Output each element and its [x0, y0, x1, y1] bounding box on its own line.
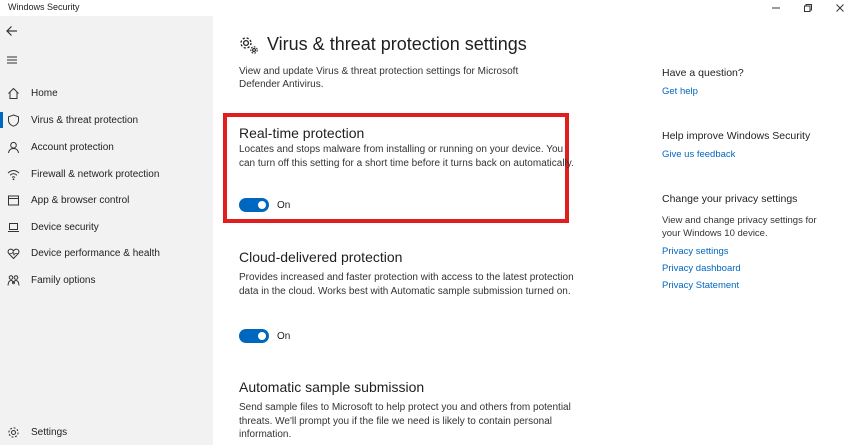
section-cloud-delivered-protection: Cloud-delivered protection Provides incr…	[239, 249, 574, 298]
close-button[interactable]	[825, 0, 850, 16]
get-help-link[interactable]: Get help	[662, 86, 698, 97]
main-content: Virus & threat protection settings View …	[213, 16, 633, 445]
sidebar-item-firewall-network-protection[interactable]: Firewall & network protection	[0, 163, 213, 185]
privacy-heading: Change your privacy settings	[662, 193, 798, 205]
sidebar-item-device-performance-health[interactable]: Device performance & health	[0, 242, 213, 264]
laptop-icon	[6, 220, 20, 234]
sidebar-item-settings[interactable]: Settings	[0, 421, 213, 443]
minimize-icon	[772, 7, 780, 9]
sidebar-item-label: Account protection	[31, 141, 114, 153]
app-title: Windows Security	[8, 2, 80, 12]
sidebar-item-label: Virus & threat protection	[31, 114, 139, 126]
privacy-description: View and change privacy settings for you…	[662, 215, 817, 239]
sidebar-item-label: Device security	[31, 221, 99, 233]
section-automatic-sample-submission: Automatic sample submission Send sample …	[239, 379, 574, 442]
question-heading: Have a question?	[662, 67, 744, 79]
minimize-button[interactable]	[761, 0, 791, 16]
improve-heading: Help improve Windows Security	[662, 130, 811, 142]
gears-icon	[239, 35, 259, 55]
cloud-protection-toggle-row: On	[239, 329, 290, 343]
real-time-protection-toggle[interactable]	[239, 198, 269, 212]
sidebar-item-family-options[interactable]: Family options	[0, 269, 213, 291]
app-window-icon	[6, 193, 20, 207]
privacy-dashboard-link[interactable]: Privacy dashboard	[662, 263, 741, 274]
privacy-statement-link[interactable]: Privacy Statement	[662, 280, 739, 291]
restore-icon	[804, 4, 812, 12]
privacy-settings-link[interactable]: Privacy settings	[662, 246, 729, 257]
page-title: Virus & threat protection settings	[267, 34, 527, 54]
toggle-knob	[258, 332, 266, 340]
section-description: Send sample files to Microsoft to help p…	[239, 402, 571, 440]
menu-button[interactable]	[5, 53, 23, 67]
title-bar: Windows Security	[0, 0, 850, 16]
cloud-protection-toggle[interactable]	[239, 329, 269, 343]
section-title: Real-time protection	[239, 125, 365, 141]
sidebar-item-home[interactable]: Home	[0, 82, 213, 104]
section-description: Locates and stops malware from installin…	[239, 144, 574, 169]
real-time-protection-toggle-row: On	[239, 198, 290, 212]
sidebar-item-label: Device performance & health	[31, 247, 160, 259]
sidebar-item-app-browser-control[interactable]: App & browser control	[0, 189, 213, 211]
person-icon	[6, 140, 20, 154]
give-feedback-link[interactable]: Give us feedback	[662, 149, 735, 160]
toggle-state-label: On	[277, 330, 291, 342]
page-description: View and update Virus & threat protectio…	[239, 66, 519, 90]
back-arrow-icon	[6, 26, 17, 36]
heart-icon	[6, 246, 20, 260]
home-icon	[6, 86, 20, 100]
sidebar-item-virus-threat-protection[interactable]: Virus & threat protection	[0, 109, 213, 131]
wifi-icon	[6, 167, 20, 181]
shield-icon	[6, 113, 20, 127]
toggle-state-label: On	[277, 199, 291, 211]
sidebar-item-label: Home	[31, 87, 58, 99]
gear-icon	[6, 425, 20, 439]
sidebar-item-account-protection[interactable]: Account protection	[0, 136, 213, 158]
section-real-time-protection: Real-time protection Locates and stops m…	[239, 125, 574, 170]
sidebar-item-label: App & browser control	[31, 194, 130, 206]
section-title: Automatic sample submission	[239, 379, 425, 395]
family-icon	[6, 273, 20, 287]
sidebar-item-label: Settings	[31, 426, 68, 438]
sidebar-item-label: Firewall & network protection	[31, 168, 160, 180]
toggle-knob	[258, 201, 266, 209]
windows-security-window: Windows Security Home Virus & threat pro…	[0, 0, 850, 445]
back-button[interactable]	[5, 24, 23, 40]
sidebar-item-device-security[interactable]: Device security	[0, 216, 213, 238]
close-icon	[836, 4, 844, 12]
restore-button[interactable]	[793, 0, 823, 16]
page-title-row: Virus & threat protection settings	[239, 34, 527, 55]
section-title: Cloud-delivered protection	[239, 249, 403, 265]
sidebar-item-label: Family options	[31, 274, 96, 286]
sidebar: Home Virus & threat protection Account p…	[0, 16, 213, 445]
hamburger-icon	[7, 56, 17, 64]
section-description: Provides increased and faster protection…	[239, 272, 574, 297]
